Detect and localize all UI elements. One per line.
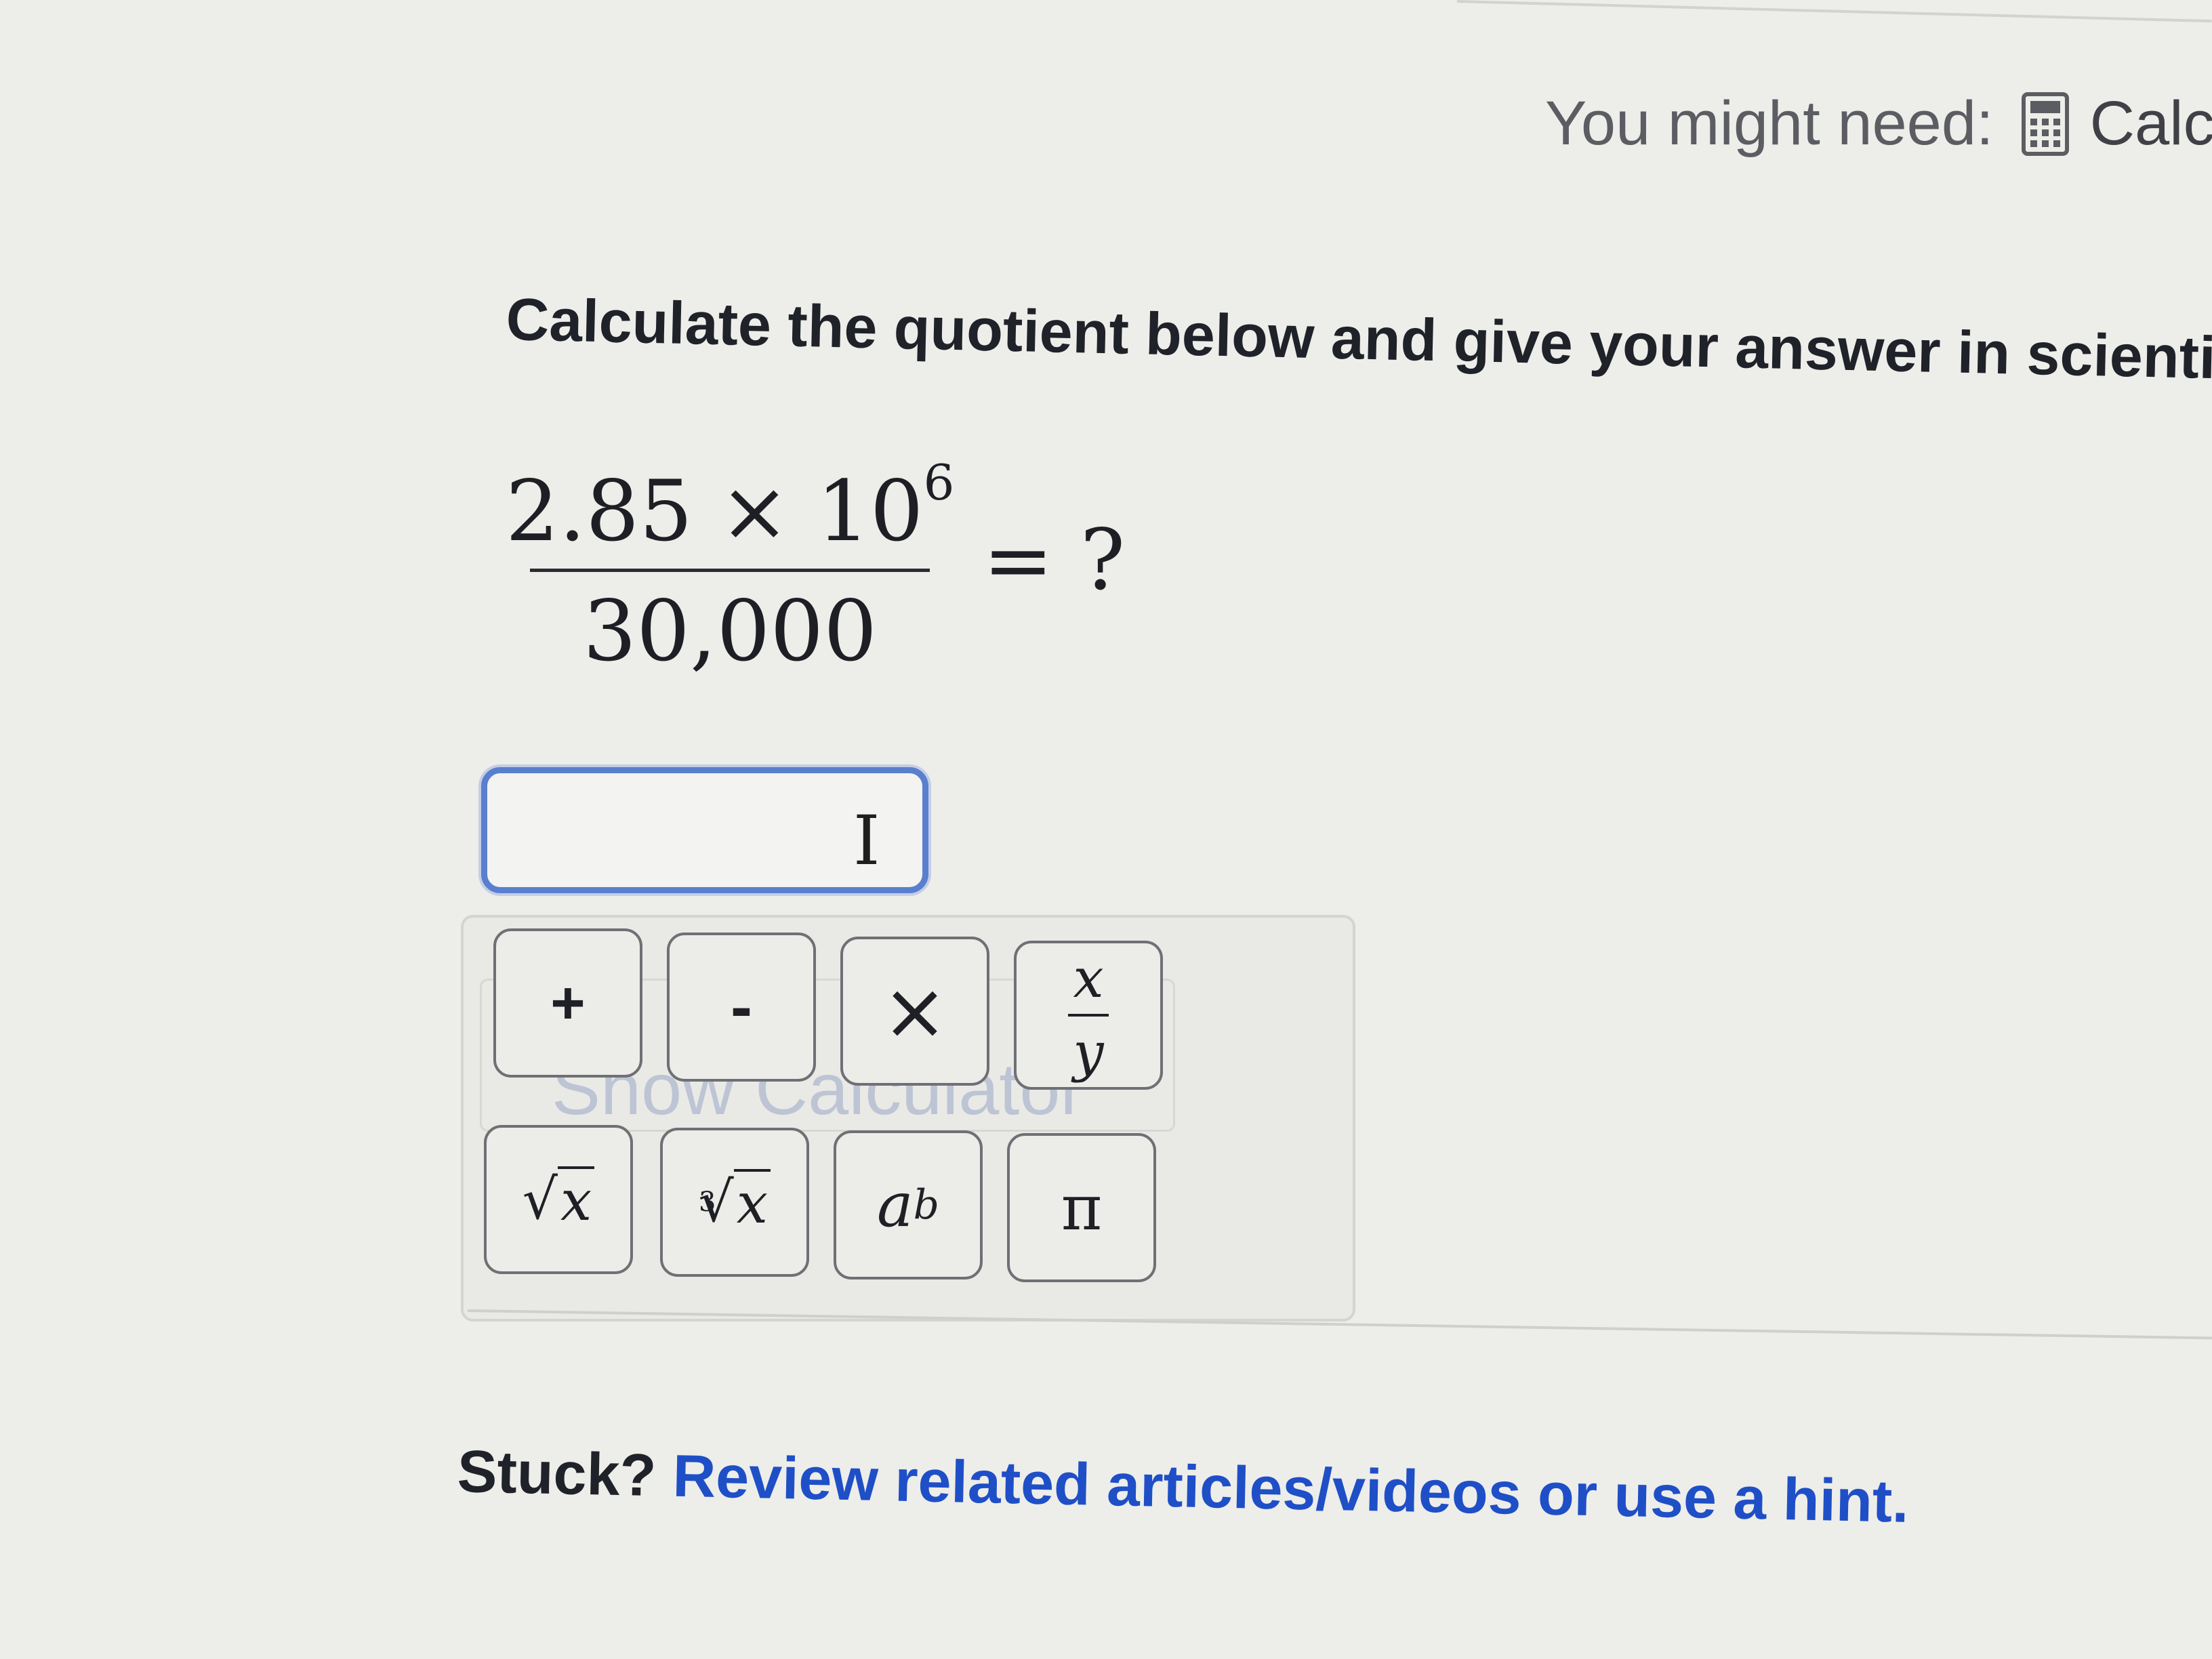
plus-key[interactable]: + [493,928,642,1078]
ibeam-cursor-icon: I [853,801,880,880]
pi-key-label: π [1061,1171,1103,1244]
numerator-exponent: 6 [923,454,955,511]
minus-key-label: - [731,970,752,1043]
sqrt-key[interactable]: √ x [484,1125,633,1274]
answer-input[interactable]: I [481,767,928,893]
calculator-link[interactable]: Calcu [2090,88,2212,159]
power-key[interactable]: ab [834,1130,983,1279]
hint-link[interactable]: Review related articles/videos or use a … [672,1442,1910,1535]
pi-key[interactable]: π [1007,1133,1156,1282]
times-key[interactable]: × [840,937,989,1086]
minus-key[interactable]: - [667,933,816,1082]
top-divider [1456,0,2212,23]
fraction-key-bar [1068,1014,1109,1017]
numerator-mantissa: 2.85 × 10 [506,463,924,560]
fraction-key-bottom: y [1073,1021,1104,1084]
equals-question: = ? [983,512,1126,609]
stuck-label: Stuck? [456,1437,657,1509]
calculator-icon[interactable] [2021,91,2070,157]
power-exponent: b [913,1181,940,1229]
stuck-row: Stuck? Review related articles/videos or… [457,1437,1910,1536]
might-need-bar: You might need: Calcu [1545,88,2212,159]
question-prompt: Calculate the quotient below and give yo… [505,285,2212,393]
denominator: 30,000 [583,583,878,680]
fraction-key[interactable]: x y [1014,941,1163,1090]
power-base: a [876,1169,914,1241]
might-need-label: You might need: [1545,89,1994,158]
math-expression: 2.85 × 106 30,000 = ? [501,454,1125,680]
cube-root-symbol: √ [698,1170,734,1235]
math-keypad: Show Calculator + - × x y √ x 3 √ x ab π [461,915,1355,1322]
cube-root-var: x [733,1168,771,1236]
sqrt-symbol: √ [522,1167,558,1232]
times-key-label: × [882,965,948,1057]
fraction: 2.85 × 106 30,000 [501,454,958,680]
fraction-key-top: x [1073,947,1104,1010]
numerator: 2.85 × 106 [501,454,958,569]
sqrt-var: x [558,1166,595,1233]
cube-root-key[interactable]: 3 √ x [660,1128,809,1277]
plus-key-label: + [550,969,586,1036]
